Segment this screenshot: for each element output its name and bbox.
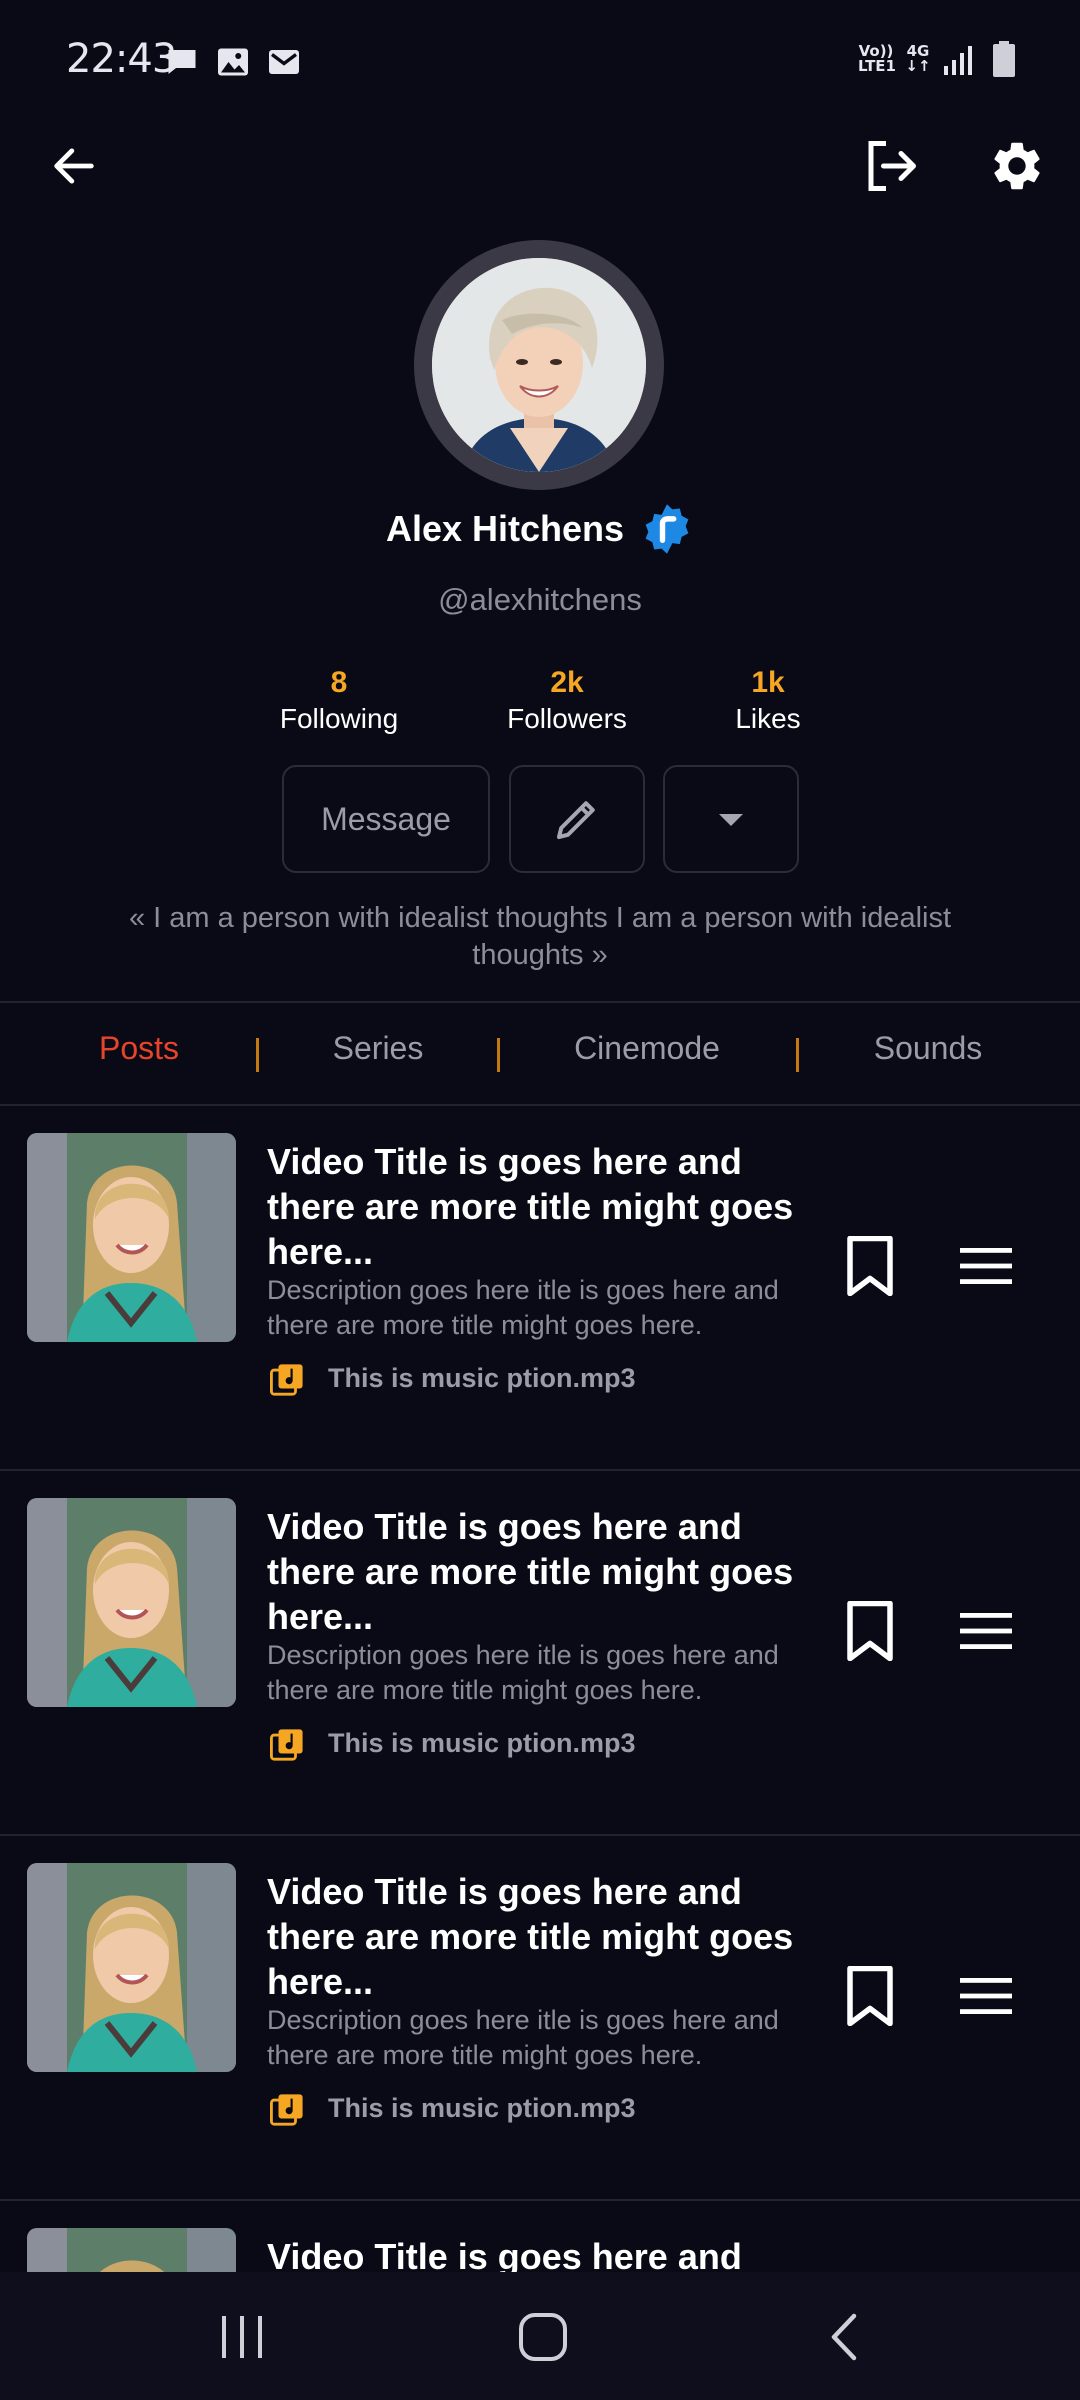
avatar[interactable]	[432, 258, 646, 472]
verified-badge-icon	[645, 504, 689, 554]
post-thumbnail[interactable]	[27, 1498, 236, 1707]
status-bar: 22:43 Vo)) LTE1 4G ↓↑	[0, 0, 1080, 120]
more-options-button[interactable]	[663, 765, 799, 873]
back-icon[interactable]	[826, 2312, 862, 2362]
gear-icon	[994, 142, 1040, 190]
music-note-icon	[270, 2094, 303, 2126]
post-item[interactable]: Video Title is goes here and there are m…	[0, 1106, 1080, 1471]
avatar-photo	[432, 258, 646, 472]
home-icon[interactable]	[518, 2312, 568, 2362]
edit-profile-button[interactable]	[509, 765, 645, 873]
stat-following[interactable]: 8 Following	[229, 664, 449, 736]
stat-label: Following	[279, 703, 399, 734]
post-description: Description goes here itle is goes here …	[267, 1275, 779, 1340]
post-item[interactable]: Video Title is goes here and there are m…	[0, 1471, 1080, 1836]
logout-icon	[868, 141, 916, 191]
stat-likes[interactable]: 1k Likes	[658, 664, 878, 736]
recents-icon[interactable]	[218, 2314, 266, 2360]
chat-bubble-icon	[168, 50, 196, 74]
stat-label: Likes	[735, 703, 801, 734]
stat-value: 2k	[550, 666, 584, 699]
post-title[interactable]: Video Title is goes here and there are m…	[267, 1504, 797, 1639]
tab-separator	[497, 1038, 500, 1072]
mail-icon	[269, 50, 299, 74]
post-thumbnail[interactable]	[27, 1863, 236, 2072]
profile-bio: « I am a person with idealist thoughts I…	[128, 902, 952, 971]
post-title[interactable]: Video Title is goes here and	[267, 2234, 797, 2272]
arrow-left-icon	[54, 148, 94, 184]
caret-down-icon	[719, 814, 743, 826]
post-thumbnail-image	[27, 1863, 236, 2072]
menu-icon[interactable]	[960, 1976, 1012, 2016]
status-time: 22:43	[66, 36, 177, 82]
tab-series[interactable]: Series	[300, 1030, 456, 1067]
post-title[interactable]: Video Title is goes here and there are m…	[267, 1869, 797, 2004]
stat-label: Followers	[507, 703, 627, 734]
post-thumbnail[interactable]	[27, 2228, 236, 2272]
signal-icon	[944, 46, 972, 75]
bookmark-icon[interactable]	[845, 1236, 895, 1296]
settings-button[interactable]	[981, 130, 1053, 202]
network-type-indicator: 4G ↓↑	[905, 42, 931, 75]
menu-icon[interactable]	[960, 1246, 1012, 1286]
logout-button[interactable]	[855, 130, 927, 202]
post-description: Description goes here itle is goes here …	[267, 2005, 779, 2070]
stat-value: 8	[330, 666, 348, 699]
music-note-icon	[270, 1364, 303, 1396]
post-thumbnail-image	[27, 2228, 236, 2272]
profile-name-row: Alex Hitchens	[0, 502, 1080, 556]
message-button[interactable]: Message	[282, 765, 490, 873]
image-icon	[218, 48, 248, 76]
post-music-label[interactable]: This is music ption.mp3	[328, 2093, 636, 2124]
pencil-icon	[556, 801, 595, 840]
tab-separator	[256, 1038, 259, 1072]
post-thumbnail-image	[27, 1133, 236, 1342]
post-description: Description goes here itle is goes here …	[267, 1640, 779, 1705]
system-nav-bar	[0, 2272, 1080, 2400]
tab-cinemode[interactable]: Cinemode	[540, 1030, 754, 1067]
menu-icon[interactable]	[960, 1611, 1012, 1651]
post-thumbnail-image	[27, 1498, 236, 1707]
post-thumbnail[interactable]	[27, 1133, 236, 1342]
post-item[interactable]: Video Title is goes here and there are m…	[0, 1836, 1080, 2201]
profile-handle: @alexhitchens	[438, 582, 642, 617]
post-title[interactable]: Video Title is goes here and there are m…	[267, 1139, 797, 1274]
divider	[0, 1001, 1080, 1003]
post-music-label[interactable]: This is music ption.mp3	[328, 1363, 636, 1394]
profile-name: Alex Hitchens	[385, 508, 625, 549]
volte-indicator: Vo)) LTE1	[858, 42, 896, 75]
post-music-label[interactable]: This is music ption.mp3	[328, 1728, 636, 1759]
bookmark-icon[interactable]	[845, 1601, 895, 1661]
message-button-label: Message	[321, 800, 451, 837]
back-button[interactable]	[38, 130, 110, 202]
tab-sounds[interactable]: Sounds	[840, 1030, 1016, 1067]
post-item[interactable]: Video Title is goes here and	[0, 2201, 1080, 2272]
stat-followers[interactable]: 2k Followers	[457, 664, 677, 736]
music-note-icon	[270, 1729, 303, 1761]
tab-separator	[796, 1038, 799, 1072]
stat-value: 1k	[751, 666, 785, 699]
tab-posts[interactable]: Posts	[70, 1030, 208, 1067]
battery-icon	[993, 41, 1015, 77]
bookmark-icon[interactable]	[845, 1966, 895, 2026]
